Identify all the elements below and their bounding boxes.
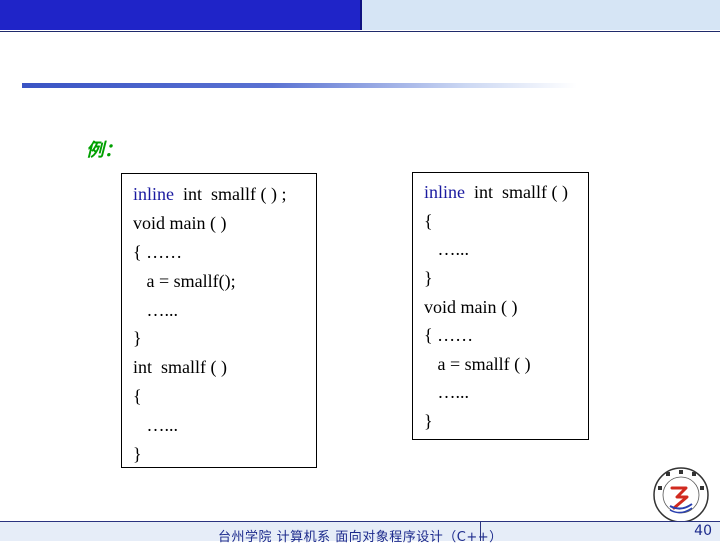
- code-text: void main ( ): [133, 213, 227, 233]
- code-line: }: [424, 410, 433, 432]
- code-line: {: [424, 210, 433, 232]
- code-line: void main ( ): [133, 212, 226, 234]
- code-text: { ……: [133, 242, 183, 262]
- code-line: …...: [133, 299, 179, 321]
- code-line: }: [133, 327, 142, 349]
- page-number: 40: [694, 523, 712, 539]
- code-line: { ……: [133, 241, 182, 263]
- top-banner-right: [361, 0, 720, 30]
- code-text: }: [133, 328, 142, 348]
- code-text: {: [424, 211, 433, 231]
- code-line: inline int smallf ( ): [424, 181, 568, 203]
- title-rule: [22, 83, 577, 88]
- code-box-left: inline int smallf ( ) ; void main ( ) { …: [121, 173, 317, 468]
- code-text: }: [424, 411, 433, 431]
- code-text: void main ( ): [424, 297, 518, 317]
- code-line: }: [424, 267, 433, 289]
- code-line: int smallf ( ): [133, 356, 227, 378]
- code-text: int smallf ( ): [133, 357, 227, 377]
- code-keyword: inline: [133, 184, 174, 204]
- code-text: …...: [133, 300, 179, 320]
- code-line: a = smallf ( ): [424, 353, 531, 375]
- code-line: a = smallf();: [133, 270, 236, 292]
- code-text: { ……: [424, 325, 474, 345]
- top-banner-left: [0, 0, 361, 30]
- code-text: a = smallf();: [133, 271, 236, 291]
- bottom-bar-right: [481, 522, 720, 541]
- footer-course-title: 台州学院 计算机系 面向对象程序设计（C++）: [218, 530, 503, 545]
- university-seal-icon: [653, 467, 709, 523]
- code-box-right: inline int smallf ( ) { …... } void main…: [412, 172, 589, 440]
- code-line: { ……: [424, 324, 473, 346]
- code-line: {: [133, 385, 142, 407]
- code-text: {: [133, 386, 142, 406]
- code-text: int smallf ( ): [465, 182, 568, 202]
- code-text: …...: [133, 415, 179, 435]
- code-line: void main ( ): [424, 296, 517, 318]
- example-label: 例：: [86, 140, 122, 161]
- code-text: }: [424, 268, 433, 288]
- code-keyword: inline: [424, 182, 465, 202]
- code-text: a = smallf ( ): [424, 354, 531, 374]
- code-line: …...: [424, 381, 470, 403]
- code-text: …...: [424, 239, 470, 259]
- code-text: int smallf ( ) ;: [174, 184, 287, 204]
- top-banner: [0, 0, 720, 32]
- code-line: …...: [424, 238, 470, 260]
- code-line: }: [133, 443, 142, 465]
- code-line: inline int smallf ( ) ;: [133, 183, 286, 205]
- code-line: …...: [133, 414, 179, 436]
- code-text: …...: [424, 382, 470, 402]
- code-text: }: [133, 444, 142, 464]
